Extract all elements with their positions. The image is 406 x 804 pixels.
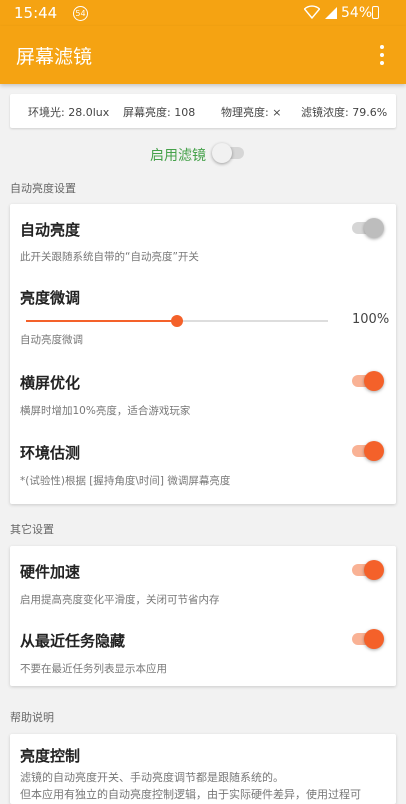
auto-brightness-title: 自动亮度 (20, 221, 81, 239)
physical-brightness-readout: 物理亮度: × (221, 106, 282, 119)
fine-tune-slider-fill (26, 320, 177, 322)
fine-tune-slider-thumb[interactable] (171, 315, 183, 327)
battery-icon (372, 6, 379, 19)
landscape-optimize-desc: 横屏时增加10%亮度，适合游戏玩家 (20, 405, 191, 417)
fine-tune-desc: 自动亮度微调 (20, 334, 83, 346)
environment-estimate-desc: *(试验性)根据 [握持角度\时间] 微调屏幕亮度 (20, 475, 231, 487)
notification-badge-icon: 54 (73, 6, 88, 21)
brightness-control-title: 亮度控制 (20, 747, 81, 765)
auto-brightness-card: 自动亮度 此开关跟随系统自带的“自动亮度”开关 亮度微调 100% 自动亮度微调… (10, 204, 396, 504)
wifi-icon (303, 5, 321, 23)
hardware-accel-title: 硬件加速 (20, 563, 81, 581)
fine-tune-value: 100% (352, 312, 390, 327)
section-title-other-settings: 其它设置 (10, 523, 54, 536)
stats-bar: 环境光: 28.0lux 屏幕亮度: 108 物理亮度: × 滤镜浓度: 79.… (10, 94, 396, 128)
landscape-optimize-switch[interactable] (348, 371, 384, 391)
hardware-accel-switch[interactable] (348, 560, 384, 580)
status-time: 15:44 (14, 4, 58, 22)
more-options-icon[interactable] (374, 42, 390, 68)
enable-filter-label: 启用滤镜 (150, 148, 206, 164)
filter-density-readout: 滤镜浓度: 79.6% (301, 106, 388, 119)
enable-filter-switch[interactable] (212, 143, 248, 163)
fine-tune-slider[interactable] (26, 315, 328, 327)
brightness-control-line-1: 滤镜的自动亮度开关、手动亮度调节都是跟随系统的。 (20, 771, 284, 784)
fine-tune-title: 亮度微调 (20, 289, 81, 307)
help-card: 亮度控制 滤镜的自动亮度开关、手动亮度调节都是跟随系统的。 但本应用有独立的自动… (10, 734, 396, 804)
app-bar: 屏幕滤镜 (0, 26, 406, 84)
status-bar: 15:44 54 54% (0, 0, 406, 26)
screen-brightness-readout: 屏幕亮度: 108 (123, 106, 196, 119)
hide-recent-switch[interactable] (348, 629, 384, 649)
auto-brightness-desc: 此开关跟随系统自带的“自动亮度”开关 (20, 251, 199, 263)
environment-estimate-switch[interactable] (348, 441, 384, 461)
other-settings-card: 硬件加速 启用提高亮度变化平滑度，关闭可节省内存 从最近任务隐藏 不要在最近任务… (10, 546, 396, 686)
section-title-auto-brightness: 自动亮度设置 (10, 182, 76, 195)
landscape-optimize-title: 横屏优化 (20, 374, 81, 392)
environment-estimate-title: 环境估测 (20, 444, 81, 462)
page-title: 屏幕滤镜 (16, 46, 93, 68)
hardware-accel-desc: 启用提高亮度变化平滑度，关闭可节省内存 (20, 594, 220, 606)
battery-percent: 54% (341, 5, 373, 21)
hide-recent-desc: 不要在最近任务列表显示本应用 (20, 663, 167, 675)
signal-icon (324, 6, 338, 20)
section-title-help: 帮助说明 (10, 711, 54, 724)
hide-recent-title: 从最近任务隐藏 (20, 632, 126, 650)
auto-brightness-switch[interactable] (348, 218, 384, 238)
ambient-light-readout: 环境光: 28.0lux (28, 106, 110, 119)
